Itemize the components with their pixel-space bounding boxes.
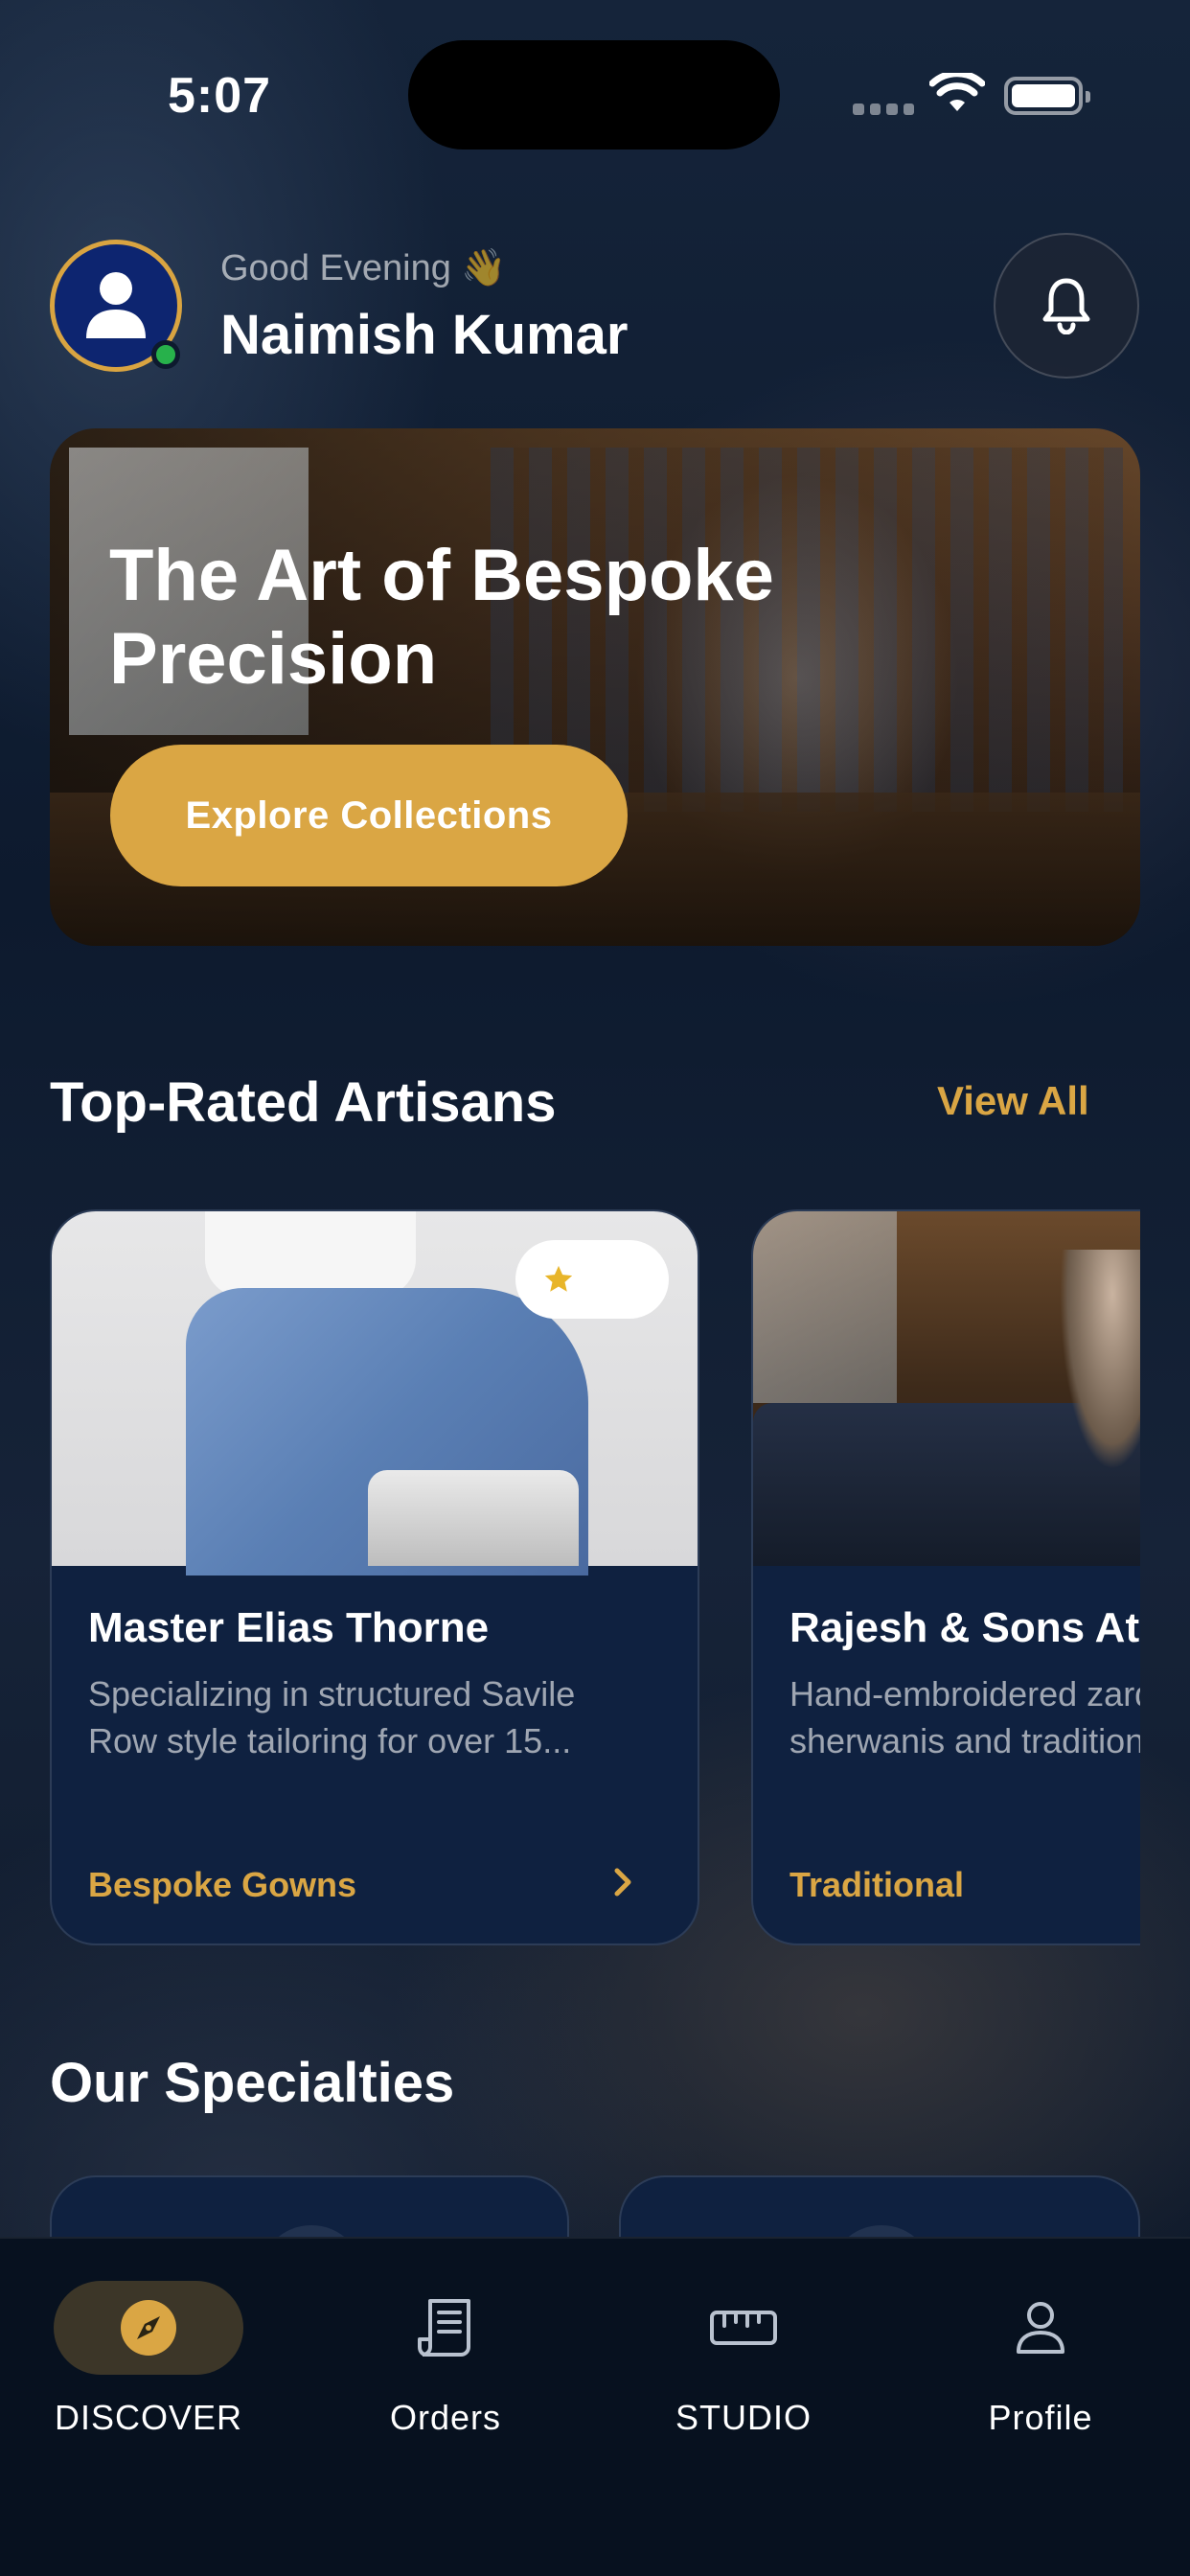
chevron-right-icon[interactable] [604,1863,642,1901]
explore-collections-button[interactable]: Explore Collections [110,745,628,886]
artisan-description: Specializing in structured Savile Row st… [88,1674,576,1760]
tab-orders[interactable]: Orders [331,2281,561,2438]
artisan-name: Rajesh & Sons Atelier [790,1604,1140,1651]
status-bar: 5:07 [0,0,1190,192]
artisan-card[interactable]: Master Elias Thorne Specializing in stru… [50,1209,699,1945]
artisan-card[interactable]: Rajesh & Sons Atelier Hand-embroidered z… [751,1209,1140,1945]
status-time: 5:07 [168,68,272,124]
bottom-tab-bar: DISCOVER Orders STUDIO Profile [0,2237,1190,2576]
artisan-description: Hand-embroidered zardozi sherwanis and t… [790,1674,1140,1760]
battery-icon [1004,77,1090,115]
hero-banner[interactable]: The Art of Bespoke Precision Explore Col… [50,428,1140,946]
receipt-icon [418,2299,470,2357]
greeting-text: Good Evening 👋 [220,248,507,288]
tab-orders-label: Orders [389,2398,502,2437]
bell-icon [1042,278,1090,334]
ruler-icon [710,2311,777,2345]
artisan-photo [753,1211,1140,1566]
our-specialties-title: Our Specialties [50,2052,455,2114]
notifications-button[interactable] [994,233,1139,379]
star-icon [544,1265,573,1292]
person-icon [1017,2302,1064,2354]
view-all-link[interactable]: View All [937,1078,1089,1124]
tab-profile-label: Profile [988,2398,1093,2437]
user-name: Naimish Kumar [220,304,629,366]
dynamic-island [408,40,780,150]
tab-discover[interactable]: DISCOVER [34,2281,263,2438]
wifi-icon [929,73,985,111]
tab-discover-label: DISCOVER [54,2398,243,2437]
artisan-specialty-tag: Bespoke Gowns [88,1865,357,1904]
hero-title: The Art of Bespoke Precision [109,535,774,701]
compass-icon [121,2300,176,2356]
tab-studio[interactable]: STUDIO [629,2281,858,2438]
tab-profile[interactable]: Profile [926,2281,1156,2438]
artisans-carousel[interactable]: Master Elias Thorne Specializing in stru… [50,1209,1140,1947]
artisan-name: Master Elias Thorne [88,1604,490,1651]
tab-studio-label: STUDIO [675,2398,812,2437]
artisan-specialty-tag: Traditional [790,1865,965,1904]
rating-badge [515,1240,669,1319]
user-silhouette-icon [86,272,146,338]
cellular-signal-icon [853,104,914,115]
online-status-dot [151,340,180,369]
top-rated-artisans-title: Top-Rated Artisans [50,1071,557,1134]
